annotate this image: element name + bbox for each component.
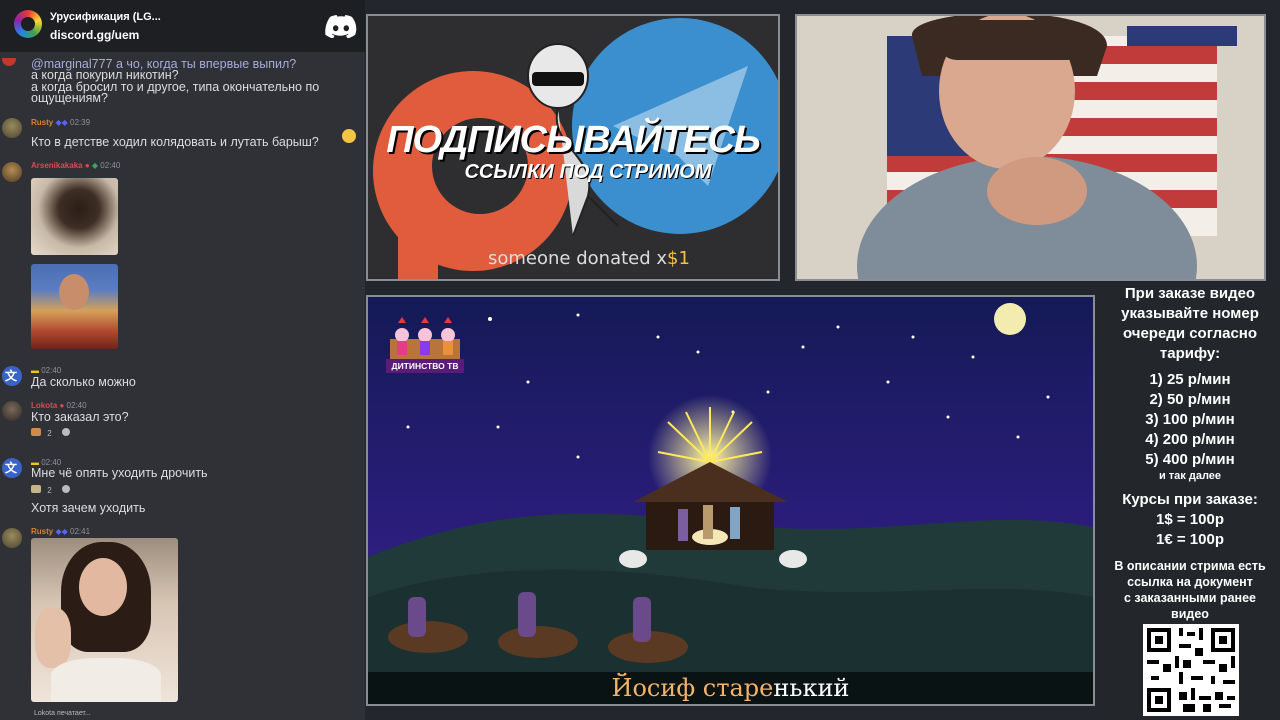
image-attachment[interactable] bbox=[31, 178, 118, 255]
tariff-line: 2) 50 р/мин bbox=[1149, 391, 1231, 408]
message-text: Кто заказал это? bbox=[31, 410, 129, 424]
message-meta: Lokota ● 02:40 bbox=[31, 401, 87, 410]
discord-logo-icon bbox=[325, 15, 357, 38]
tariff-etc: и так далее bbox=[1158, 470, 1222, 482]
username[interactable]: Rusty bbox=[31, 118, 53, 127]
avatar[interactable] bbox=[2, 118, 22, 138]
chat-header: Урусификация (LG... discord.gg/uem bbox=[0, 0, 365, 52]
timestamp: 02:40 bbox=[41, 366, 62, 375]
timestamp: 02:40 bbox=[66, 401, 87, 410]
subtitle-sung: Йосиф старе bbox=[611, 674, 774, 702]
timestamp: 02:39 bbox=[70, 118, 91, 127]
note-line: В описании стрима есть bbox=[1114, 559, 1266, 573]
reaction-count: 2 bbox=[47, 486, 52, 495]
reaction-count: 2 bbox=[47, 429, 52, 438]
face-image bbox=[79, 558, 127, 616]
subtitle-upcoming: нький bbox=[773, 674, 850, 702]
badge-icon: ◆ bbox=[91, 161, 99, 170]
avatar[interactable] bbox=[2, 528, 22, 548]
timestamp: 02:41 bbox=[70, 527, 91, 536]
server-name[interactable]: Урусификация (LG... bbox=[50, 11, 161, 23]
message-meta: Rusty ◆◆ 02:41 bbox=[31, 527, 90, 536]
typing-indicator: Lokota печатает... bbox=[34, 710, 91, 717]
invite-link[interactable]: discord.gg/uem bbox=[50, 28, 139, 42]
karaoke-subtitle: Йосиф старенький bbox=[368, 672, 1093, 704]
avatar[interactable] bbox=[2, 58, 16, 66]
info-heading-line: При заказе видео bbox=[1124, 285, 1256, 302]
add-reaction-icon[interactable] bbox=[61, 485, 70, 493]
info-heading-line: тарифу: bbox=[1159, 345, 1221, 362]
rate-line: 1€ = 100р bbox=[1156, 531, 1224, 548]
face-image bbox=[59, 274, 89, 310]
donation-text: someone donated x bbox=[488, 248, 668, 269]
emoji-icon bbox=[342, 129, 356, 143]
note-line: видео bbox=[1171, 607, 1209, 621]
add-reaction-icon[interactable] bbox=[61, 428, 70, 436]
message-text: Кто в детстве ходил колядовать и лутать … bbox=[31, 135, 319, 149]
message-meta: Arsenikakaka ● ◆ 02:40 bbox=[31, 161, 120, 170]
server-icon[interactable] bbox=[14, 10, 42, 38]
tariff-line: 4) 200 р/мин bbox=[1145, 431, 1235, 448]
translate-icon: 文 bbox=[5, 369, 18, 383]
webcam-panel bbox=[795, 14, 1266, 281]
video-panel: ДИТИНСТВО ТВ Йосиф старенький bbox=[366, 295, 1095, 706]
reaction-emoji-icon[interactable] bbox=[31, 428, 41, 436]
image-attachment[interactable] bbox=[31, 538, 178, 702]
order-info-panel: При заказе видео указывайте номер очеред… bbox=[1100, 284, 1280, 622]
message-meta: ▬ 02:40 bbox=[31, 366, 61, 375]
badge-icon: ● bbox=[84, 161, 90, 170]
message-text: Мне чё опять уходить дрочить bbox=[31, 466, 208, 480]
message-text: Хотя зачем уходить bbox=[31, 501, 146, 515]
promo-title: ПОДПИСЫВАЙТЕСЬ bbox=[386, 119, 761, 161]
note-line: с заказанными ранее bbox=[1123, 591, 1256, 605]
badge-icon: ● bbox=[59, 401, 65, 410]
badge-icon: ▬ bbox=[31, 366, 39, 375]
tariff-line: 5) 400 р/мин bbox=[1145, 451, 1235, 468]
reaction-bar: 2 bbox=[31, 428, 70, 438]
badge-icon: ◆◆ bbox=[55, 527, 68, 536]
translate-icon: 文 bbox=[5, 461, 18, 475]
message-meta: Rusty ◆◆ 02:39 bbox=[31, 118, 90, 127]
badge-icon: ◆◆ bbox=[55, 118, 68, 127]
webcam-feed bbox=[797, 16, 1264, 279]
rates-heading: Курсы при заказе: bbox=[1122, 491, 1258, 508]
nativity-scene bbox=[368, 297, 1093, 704]
promo-panel: ПОДПИСЫВАЙТЕСЬ ССЫЛКИ ПОД СТРИМОМ someon… bbox=[366, 14, 780, 281]
tariff-line: 1) 25 р/мин bbox=[1149, 371, 1231, 388]
timestamp: 02:40 bbox=[100, 161, 121, 170]
image-attachment[interactable] bbox=[31, 264, 118, 349]
info-heading-line: очереди согласно bbox=[1122, 325, 1258, 342]
hand-image bbox=[35, 608, 71, 668]
channel-label: ДИТИНСТВО ТВ bbox=[386, 359, 464, 373]
donation-amount: $1 bbox=[667, 248, 690, 269]
discord-chat-panel: Урусификация (LG... discord.gg/uem @marg… bbox=[0, 0, 365, 720]
username[interactable]: Rusty bbox=[31, 527, 53, 536]
note-line: ссылка на документ bbox=[1127, 575, 1253, 589]
avatar[interactable] bbox=[2, 162, 22, 182]
username[interactable]: Lokota bbox=[31, 401, 57, 410]
donation-alert: someone donated x$1 bbox=[488, 248, 690, 269]
reaction-bar: 2 bbox=[31, 485, 70, 495]
username[interactable]: Arsenikakaka bbox=[31, 161, 83, 170]
info-heading-line: указывайте номер bbox=[1121, 305, 1259, 322]
top-image bbox=[51, 658, 161, 702]
reaction-emoji-icon[interactable] bbox=[31, 485, 41, 493]
promo-subtitle: ССЫЛКИ ПОД СТРИМОМ bbox=[464, 161, 712, 183]
qr-code-icon[interactable] bbox=[1143, 624, 1239, 716]
message-text-line: ощущениям? bbox=[31, 91, 108, 105]
message-text: Да сколько можно bbox=[31, 375, 136, 389]
tariff-line: 3) 100 р/мин bbox=[1145, 411, 1235, 428]
avatar[interactable] bbox=[2, 401, 22, 421]
rate-line: 1$ = 100р bbox=[1156, 511, 1224, 528]
